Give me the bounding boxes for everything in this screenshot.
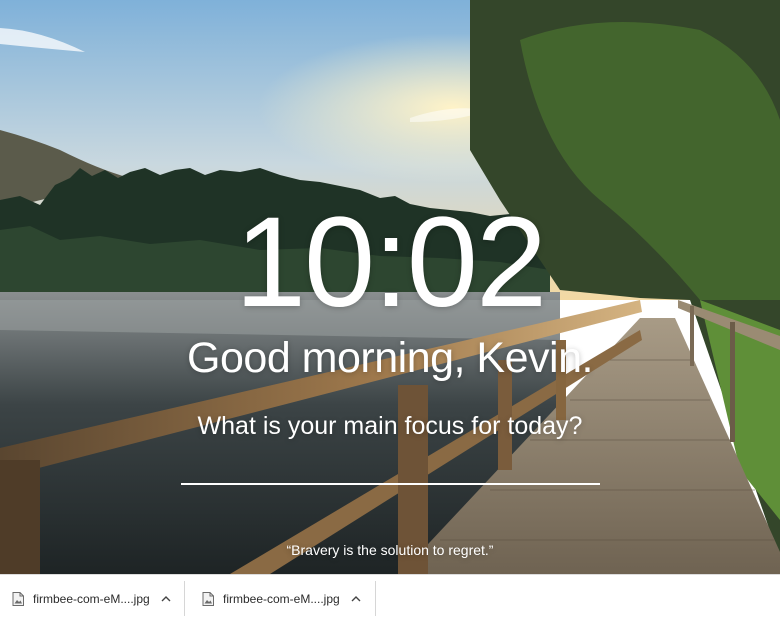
download-item[interactable]: firmbee-com-eM....jpg: [186, 581, 376, 616]
image-file-icon: [10, 591, 26, 607]
quote-text[interactable]: “Bravery is the solution to regret.”: [0, 541, 780, 559]
browser-new-tab-page: 10:02 Good morning, Kevin. What is your …: [0, 0, 780, 621]
clock-time: 10:02: [234, 191, 547, 334]
download-item[interactable]: firmbee-com-eM....jpg: [0, 581, 185, 616]
focus-input[interactable]: [181, 450, 600, 485]
focus-question: What is your main focus for today?: [197, 412, 583, 440]
download-filename: firmbee-com-eM....jpg: [33, 591, 150, 606]
image-file-icon: [200, 591, 216, 607]
greeting-text: Good morning, Kevin.: [187, 334, 593, 382]
download-filename: firmbee-com-eM....jpg: [223, 591, 340, 606]
download-shelf: firmbee-com-eM....jpg firmbee-com-eM....…: [0, 574, 780, 621]
chevron-up-icon[interactable]: [349, 592, 363, 606]
chevron-up-icon[interactable]: [159, 592, 173, 606]
